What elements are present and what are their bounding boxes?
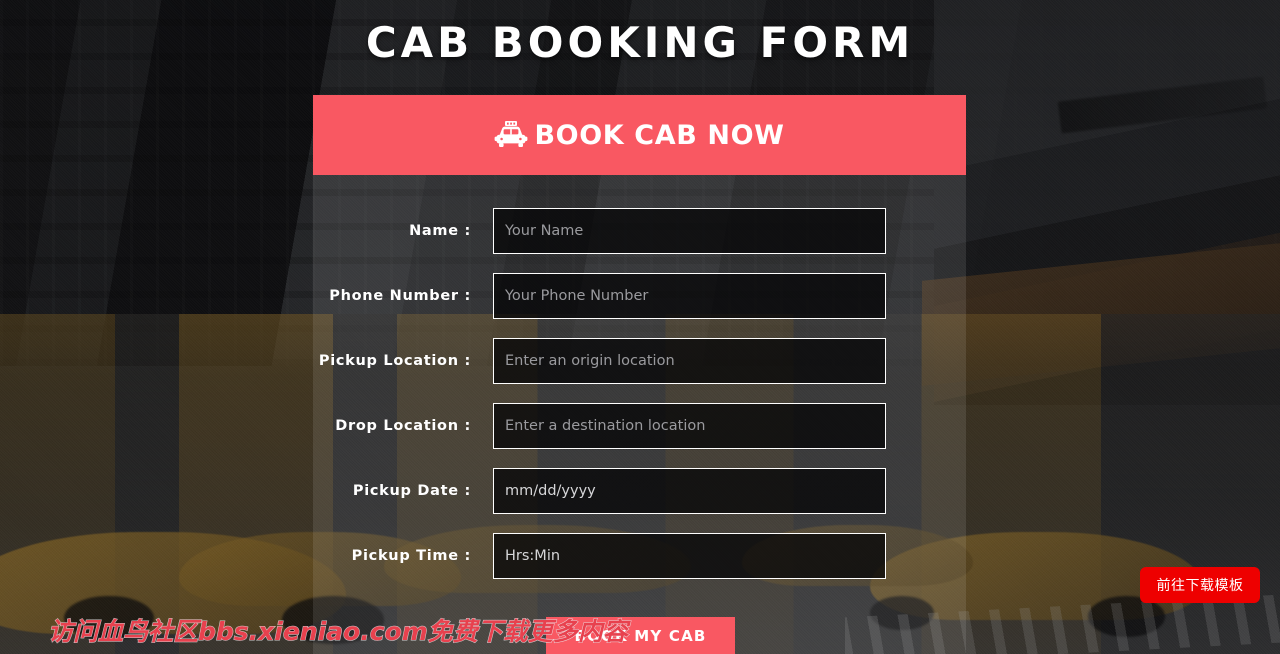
pickup-date-input[interactable] [493, 468, 886, 514]
name-input[interactable] [493, 208, 886, 254]
form-row-pickup-date: Pickup Date : [313, 468, 966, 514]
label-pickup-time: Pickup Time : [351, 548, 471, 564]
screenshot-root: CAB BOOKING FORM BOOK CAB NOW Name: You… [0, 0, 1280, 654]
label-pickup-date: Pickup Date : [352, 483, 471, 499]
label-pickup-location: Pickup Location : [318, 353, 471, 369]
form-row-drop-location: Drop Location : [313, 403, 966, 449]
download-template-button[interactable]: 前往下载模板 [1140, 567, 1260, 603]
phone-number-input[interactable] [493, 273, 886, 319]
form-row-pickup-time: Pickup Time : [313, 533, 966, 579]
form-row-name: Name : [313, 208, 966, 254]
form-row-phone: Phone Number : [313, 273, 966, 319]
pickup-time-input[interactable] [493, 533, 886, 579]
label-name: Name : [409, 223, 471, 239]
site-watermark: 访问血鸟社区bbs.xieniao.com免费下载更多内容 [48, 617, 629, 647]
drop-location-input[interactable] [493, 403, 886, 449]
pickup-location-input[interactable] [493, 338, 886, 384]
label-drop-location: Drop Location : [335, 418, 471, 434]
panel-header: BOOK CAB NOW [313, 95, 966, 175]
page-title: CAB BOOKING FORM [365, 18, 915, 67]
form-row-pickup-location: Pickup Location : [313, 338, 966, 384]
taxi-cab-icon [494, 120, 528, 150]
label-phone-number: Phone Number : [329, 288, 471, 304]
panel-header-title: BOOK CAB NOW [534, 119, 785, 151]
